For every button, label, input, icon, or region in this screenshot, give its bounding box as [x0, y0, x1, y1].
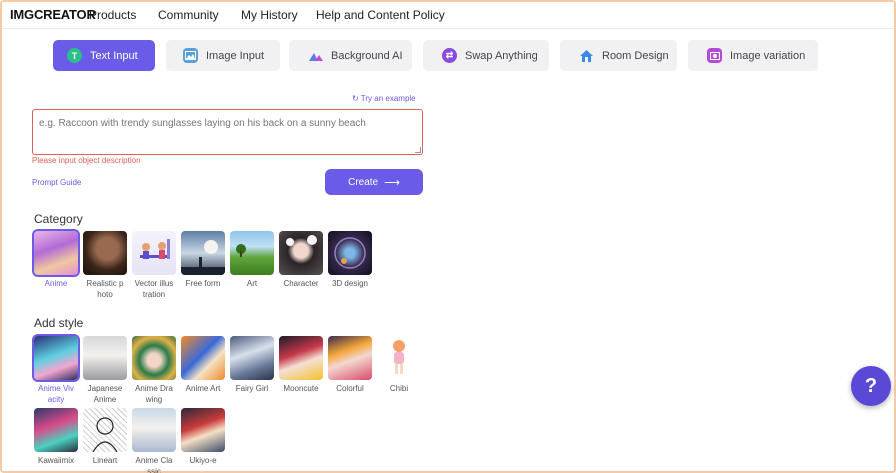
style-label: Anime Cla ssic — [135, 456, 173, 473]
try-an-example-label: Try an example — [360, 94, 416, 103]
tab-room-design[interactable]: Room Design — [560, 40, 677, 71]
image-variation-icon — [707, 48, 722, 63]
tab-image-variation[interactable]: Image variation — [688, 40, 818, 71]
nav-community[interactable]: Community — [158, 8, 219, 22]
nav-products[interactable]: Products — [89, 8, 136, 22]
style-thumb-mooncute[interactable] — [279, 336, 323, 380]
prompt-guide-link[interactable]: Prompt Guide — [32, 178, 81, 187]
refresh-icon: ↻ — [352, 94, 359, 103]
category-thumb-3d-design[interactable] — [328, 231, 372, 275]
image-input-icon — [183, 48, 198, 63]
create-button[interactable]: Create ⟶ — [325, 169, 423, 195]
style-label: Anime Art — [185, 384, 221, 393]
category-label: Art — [246, 279, 258, 288]
style-thumb-fairy-girl[interactable] — [230, 336, 274, 380]
category-thumb-character[interactable] — [279, 231, 323, 275]
style-label: Chibi — [389, 384, 409, 393]
question-mark-icon: ? — [864, 374, 878, 397]
tab-swap-anything[interactable]: ⇄ Swap Anything — [423, 40, 549, 71]
style-thumb-anime-art[interactable] — [181, 336, 225, 380]
create-label: Create — [348, 176, 379, 188]
error-message: Please input object description — [32, 156, 141, 165]
swap-anything-icon: ⇄ — [442, 48, 457, 63]
style-label: Anime Dra wing — [135, 384, 173, 404]
prompt-input[interactable] — [32, 109, 423, 155]
style-thumb-anime-vivacity[interactable] — [32, 334, 80, 382]
style-thumb-ukiyo-e[interactable] — [181, 408, 225, 452]
tab-image-input[interactable]: Image Input — [166, 40, 280, 71]
style-thumb-japanese-anime[interactable] — [83, 336, 127, 380]
category-title: Category — [34, 212, 83, 226]
logo[interactable]: IMGCREATOR — [10, 7, 96, 22]
help-button[interactable]: ? — [851, 366, 891, 406]
category-label: Anime — [44, 279, 68, 288]
style-label: Mooncute — [283, 384, 319, 393]
style-thumb-lineart[interactable] — [83, 408, 127, 452]
style-label: Ukiyo-e — [189, 456, 217, 465]
tab-label: Text Input — [90, 49, 138, 62]
tab-background-ai[interactable]: Background AI — [289, 40, 412, 71]
try-an-example-link[interactable]: ↻ Try an example — [352, 94, 416, 103]
style-label: Kawaiimix — [37, 456, 74, 465]
tab-label: Image variation — [730, 49, 806, 62]
style-label: Anime Viv acity — [38, 384, 74, 404]
category-thumb-anime[interactable] — [32, 229, 80, 277]
nav-my-history[interactable]: My History — [241, 8, 298, 22]
add-style-title: Add style — [34, 316, 84, 330]
style-thumb-anime-drawing[interactable] — [132, 336, 176, 380]
style-label: Lineart — [92, 456, 118, 465]
tab-label: Room Design — [602, 49, 669, 62]
category-label: Free form — [185, 279, 221, 288]
category-label: 3D design — [331, 279, 369, 288]
tab-text-input[interactable]: T Text Input — [53, 40, 155, 71]
category-label: Character — [283, 279, 319, 288]
style-label: Colorful — [336, 384, 364, 393]
style-label: Japanese Anime — [87, 384, 123, 404]
arrow-right-icon: ⟶ — [384, 176, 400, 189]
tab-label: Background AI — [331, 49, 403, 62]
text-input-icon: T — [67, 48, 82, 63]
category-label: Vector illus tration — [134, 279, 174, 299]
category-label: Realistic p hoto — [86, 279, 124, 299]
category-thumb-art[interactable] — [230, 231, 274, 275]
category-thumb-vector-illustration[interactable] — [132, 231, 176, 275]
category-thumb-free-form[interactable] — [181, 231, 225, 275]
background-ai-icon — [308, 48, 323, 63]
style-thumb-chibi[interactable] — [377, 336, 421, 380]
room-design-icon — [579, 48, 594, 63]
tab-label: Swap Anything — [465, 49, 538, 62]
style-thumb-anime-classic[interactable] — [132, 408, 176, 452]
style-thumb-kawaiimix[interactable] — [34, 408, 78, 452]
top-header: IMGCREATOR Products Community My History… — [2, 2, 894, 29]
style-label: Fairy Girl — [235, 384, 269, 393]
category-thumb-realistic-photo[interactable] — [83, 231, 127, 275]
resize-handle-icon[interactable] — [415, 147, 421, 153]
nav-help-content-policy[interactable]: Help and Content Policy — [316, 8, 445, 22]
tab-label: Image Input — [206, 49, 265, 62]
style-thumb-colorful[interactable] — [328, 336, 372, 380]
